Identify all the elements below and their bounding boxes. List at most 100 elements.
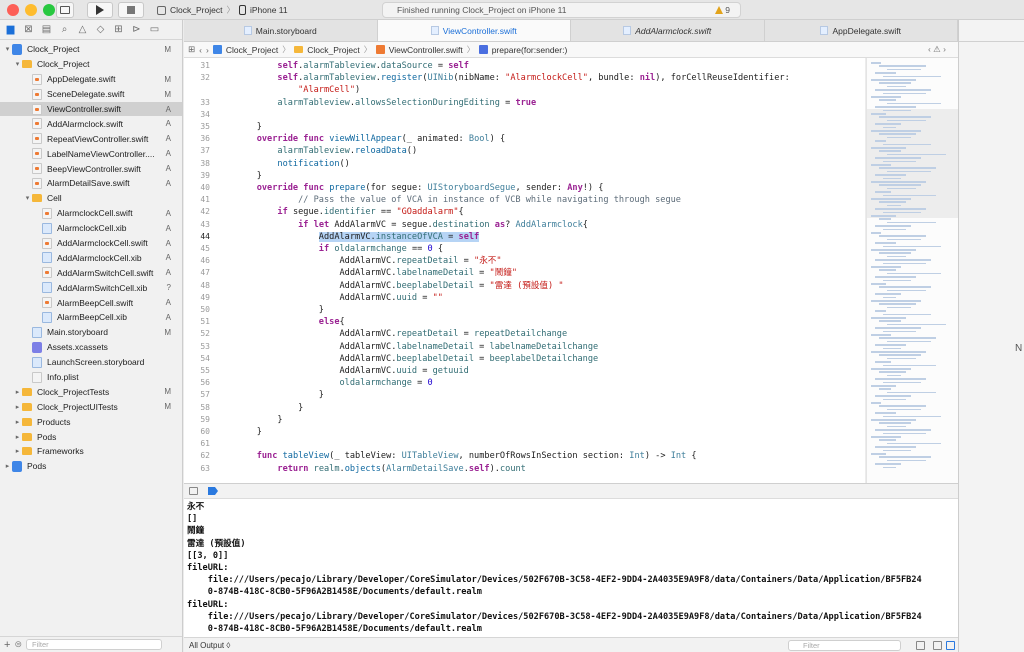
output-selector[interactable]: All Output ◊ (189, 641, 230, 650)
breadcrumb-group[interactable]: Clock_Project (307, 45, 359, 55)
navigator-item[interactable]: ▸ Frameworks (0, 444, 182, 459)
disclosure-triangle-icon[interactable]: ▾ (3, 45, 12, 53)
navigator-item[interactable]: ▸ Products (0, 414, 182, 429)
code-line[interactable]: 46 AddAlarmVC.repeatDetail = "永不" (184, 255, 865, 267)
navigator-item[interactable]: ▾ Clock_Project M (0, 42, 182, 57)
add-icon[interactable]: + (4, 639, 10, 651)
navigator-item[interactable]: ▸ Pods (0, 429, 182, 444)
issue-nav-icon[interactable]: ‹ ⚠ › (928, 44, 946, 55)
navigator-item[interactable]: AlarmDetailSave.swift A (0, 176, 182, 191)
code-line[interactable]: 63 return realm.objects(AlarmDetailSave.… (184, 463, 865, 475)
breadcrumb-symbol[interactable]: prepare(for:sender:) (492, 45, 568, 55)
disclosure-triangle-icon[interactable]: ▸ (13, 447, 22, 455)
navigator-item[interactable]: AlarmclockCell.xib A (0, 221, 182, 236)
navigator-item[interactable]: AlarmBeepCell.swift A (0, 295, 182, 310)
navigator-item[interactable]: ▸ Clock_ProjectUITests M (0, 399, 182, 414)
code-line[interactable]: 57 } (184, 389, 865, 401)
code-line[interactable]: 45 if oldalarmchange == 0 { (184, 243, 865, 255)
trash-icon[interactable] (916, 641, 925, 650)
breadcrumb-project[interactable]: Clock_Project (226, 45, 278, 55)
hide-debug-area-icon[interactable] (189, 487, 198, 495)
code-line[interactable]: 50 } (184, 304, 865, 316)
disclosure-triangle-icon[interactable]: ▸ (13, 388, 22, 396)
related-items-icon[interactable]: ⊞ (188, 44, 195, 55)
code-line[interactable]: "AlarmCell") (184, 84, 865, 96)
breadcrumb-file[interactable]: ViewController.swift (389, 45, 463, 55)
navigator-item[interactable]: AddAlarmSwitchCell.xib? (0, 280, 182, 295)
disclosure-triangle-icon[interactable]: ▸ (13, 403, 22, 411)
console-filter-input[interactable]: Filter (788, 640, 901, 651)
navigator-item[interactable]: AddAlarmclockCell.swift A (0, 236, 182, 251)
test-icon[interactable]: ◇ (94, 23, 107, 36)
navigator-item[interactable]: LabelNameViewController.... A (0, 146, 182, 161)
source-control-icon[interactable]: ⊠ (22, 23, 35, 36)
navigator-item[interactable]: AddAlarmclock.swift A (0, 116, 182, 131)
editor-tab[interactable]: AddAlarmclock.swift (571, 20, 765, 41)
code-line[interactable]: 35 } (184, 121, 865, 133)
report-icon[interactable]: ▭ (148, 23, 161, 36)
code-line[interactable]: 51 else{ (184, 316, 865, 328)
code-line[interactable]: 56 oldalarmchange = 0 (184, 377, 865, 389)
code-line[interactable]: 44 AddAlarmVC.instanceOfVCA = self (184, 231, 865, 243)
code-line[interactable]: 61 (184, 438, 865, 450)
disclosure-triangle-icon[interactable]: ▸ (13, 418, 22, 426)
split-left-icon[interactable] (933, 641, 942, 650)
minimize-window-button[interactable] (25, 4, 37, 16)
navigator-item[interactable]: SceneDelegate.swift M (0, 87, 182, 102)
navigator-toggle-button[interactable] (56, 2, 74, 18)
stop-button[interactable] (118, 2, 144, 18)
code-line[interactable]: 62 func tableView(_ tableView: UITableVi… (184, 450, 865, 462)
editor-tab[interactable]: AppDelegate.swift (765, 20, 958, 41)
navigator-filter-input[interactable]: Filter (25, 639, 162, 650)
forward-icon[interactable]: › (206, 45, 209, 55)
search-icon[interactable]: ⌕ (58, 23, 71, 36)
navigator-item[interactable]: AppDelegate.swift M (0, 72, 182, 87)
breakpoint-icon[interactable]: ⊳ (130, 23, 143, 36)
code-line[interactable]: 31 self.alarmTableview.dataSource = self (184, 60, 865, 72)
navigator-item[interactable]: LaunchScreen.storyboard (0, 355, 182, 370)
navigator-item[interactable]: AddAlarmSwitchCell.swift A (0, 265, 182, 280)
minimap[interactable] (866, 58, 958, 483)
code-line[interactable]: 36 override func viewWillAppear(_ animat… (184, 133, 865, 145)
split-right-icon[interactable] (946, 641, 955, 650)
navigator-item[interactable]: ▸ Pods (0, 459, 182, 474)
navigator-item[interactable]: Assets.xcassets (0, 340, 182, 355)
editor-tab[interactable]: Main.storyboard (184, 20, 378, 41)
code-line[interactable]: 58 } (184, 402, 865, 414)
navigator-item[interactable]: AddAlarmclockCell.xib A (0, 250, 182, 265)
issue-icon[interactable]: △ (76, 23, 89, 36)
console-output[interactable]: 永不[] 鬧鐘 雷達 (預設值) [[3, 0]] fileURL: file:///U… (184, 499, 958, 637)
editor-tab[interactable]: ViewController.swift (377, 20, 571, 41)
filter-icon[interactable]: ⊜ (14, 639, 22, 650)
code-line[interactable]: 48 AddAlarmVC.beeplabelDetail = "雷達 (預設值… (184, 280, 865, 292)
continue-icon[interactable] (208, 487, 218, 495)
code-line[interactable]: 54 AddAlarmVC.beeplabelDetail = beeplabe… (184, 353, 865, 365)
navigator-item[interactable]: Info.plist (0, 370, 182, 385)
code-line[interactable]: 33 alarmTableview.allowsSelectionDuringE… (184, 97, 865, 109)
disclosure-triangle-icon[interactable]: ▾ (13, 60, 22, 68)
code-line[interactable]: 60 } (184, 426, 865, 438)
close-window-button[interactable] (7, 4, 19, 16)
navigator-item[interactable]: AlarmclockCell.swift A (0, 206, 182, 221)
code-line[interactable]: 47 AddAlarmVC.labelnameDetail = "鬧鐘" (184, 267, 865, 279)
symbol-icon[interactable]: ▤ (40, 23, 53, 36)
code-line[interactable]: 32 self.alarmTableview.register(UINib(ni… (184, 72, 865, 84)
code-line[interactable]: 41 // Pass the value of VCA in instance … (184, 194, 865, 206)
debug-icon[interactable]: ⊞ (112, 23, 125, 36)
code-line[interactable]: 53 AddAlarmVC.labelnameDetail = labelnam… (184, 341, 865, 353)
code-line[interactable]: 37 alarmTableview.reloadData() (184, 145, 865, 157)
disclosure-triangle-icon[interactable]: ▸ (3, 462, 12, 470)
back-icon[interactable]: ‹ (199, 45, 202, 55)
code-line[interactable]: 43 if let AddAlarmVC = segue.destination… (184, 219, 865, 231)
folder-icon[interactable]: ▆ (4, 23, 17, 36)
code-line[interactable]: 52 AddAlarmVC.repeatDetail = repeatDetai… (184, 328, 865, 340)
code-line[interactable]: 38 notification() (184, 158, 865, 170)
code-line[interactable]: 59 } (184, 414, 865, 426)
disclosure-triangle-icon[interactable]: ▾ (23, 194, 32, 202)
navigator-item[interactable]: ViewController.swift A (0, 101, 182, 117)
code-line[interactable]: 49 AddAlarmVC.uuid = "" (184, 292, 865, 304)
navigator-item[interactable]: BeepViewController.swift A (0, 161, 182, 176)
navigator-item[interactable]: ▾ Cell (0, 191, 182, 206)
navigator-item[interactable]: Main.storyboard M (0, 325, 182, 340)
code-line[interactable]: 42 if segue.identifier == "GOaddalarm"{ (184, 206, 865, 218)
